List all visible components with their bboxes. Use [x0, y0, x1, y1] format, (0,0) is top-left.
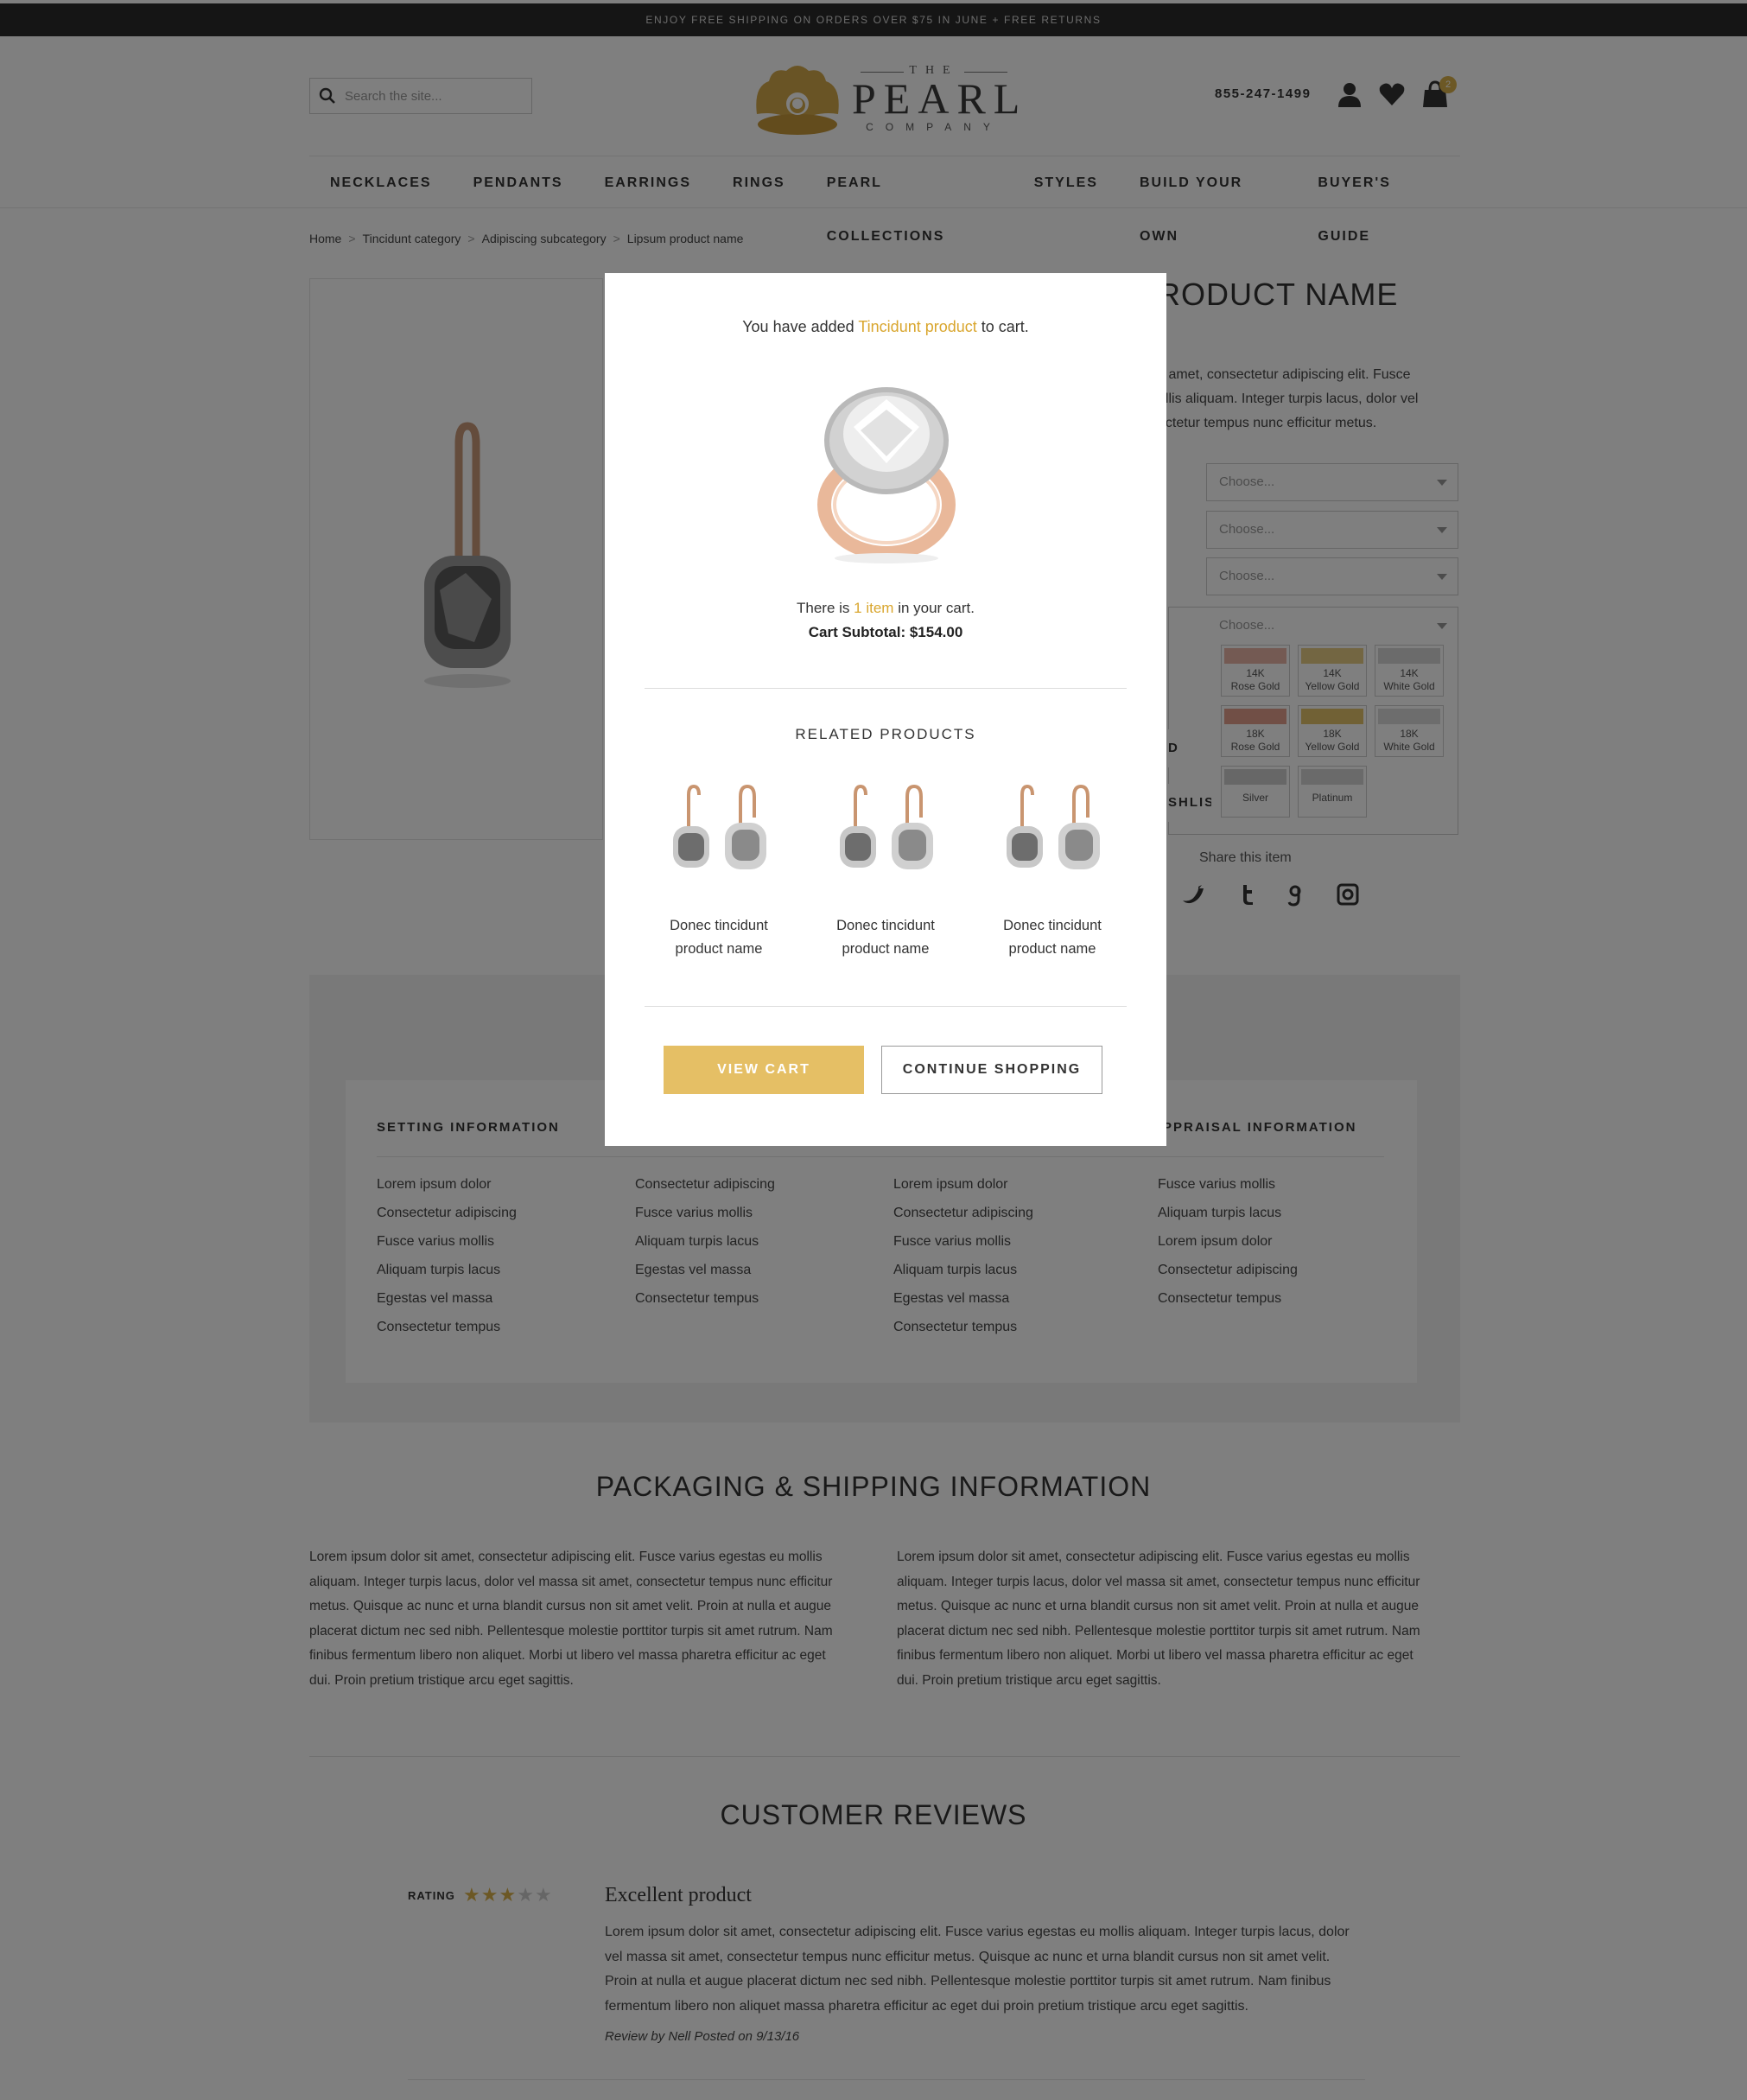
related-product-name-line: Donec tincidunt	[836, 918, 935, 933]
related-product-name: Donec tincidunt product name	[816, 914, 955, 961]
related-product-name-line: product name	[842, 941, 930, 957]
related-product-item[interactable]: Donec tincidunt product name	[650, 783, 788, 961]
added-to-cart-modal: You have added Tincidunt product to cart…	[605, 273, 1166, 1146]
related-product-name: Donec tincidunt product name	[650, 914, 788, 961]
added-product-link[interactable]: Tincidunt product	[858, 318, 976, 335]
related-product-item[interactable]: Donec tincidunt product name	[816, 783, 955, 961]
related-product-name-line: product name	[1008, 941, 1096, 957]
added-suffix: to cart.	[981, 318, 1029, 335]
view-cart-button[interactable]: VIEW CART	[664, 1046, 864, 1094]
related-product-name-line: Donec tincidunt	[670, 918, 768, 933]
modal-divider	[645, 688, 1127, 689]
modal-divider	[645, 1006, 1127, 1007]
added-to-cart-message: You have added Tincidunt product to cart…	[605, 318, 1166, 336]
related-product-item[interactable]: Donec tincidunt product name	[983, 783, 1121, 961]
cart-item-count: There is 1 item in your cart.	[605, 600, 1166, 617]
related-product-name-line: product name	[675, 941, 763, 957]
added-prefix: You have added	[742, 318, 854, 335]
page: ENJOY FREE SHIPPING ON ORDERS OVER $75 I…	[0, 0, 1747, 2100]
related-products-title: RELATED PRODUCTS	[795, 726, 976, 742]
count-prefix: There is	[797, 600, 850, 616]
earrings-product-image	[840, 784, 933, 869]
related-product-name: Donec tincidunt product name	[983, 914, 1121, 961]
ring-product-image	[817, 387, 956, 563]
count-suffix: in your cart.	[898, 600, 975, 616]
continue-shopping-button[interactable]: CONTINUE SHOPPING	[881, 1046, 1102, 1094]
cart-item-link[interactable]: 1 item	[854, 600, 893, 616]
earrings-product-image	[1007, 784, 1100, 869]
cart-subtotal: Cart Subtotal: $154.00	[808, 624, 963, 640]
earrings-product-image	[673, 784, 766, 869]
related-product-name-line: Donec tincidunt	[1003, 918, 1102, 933]
